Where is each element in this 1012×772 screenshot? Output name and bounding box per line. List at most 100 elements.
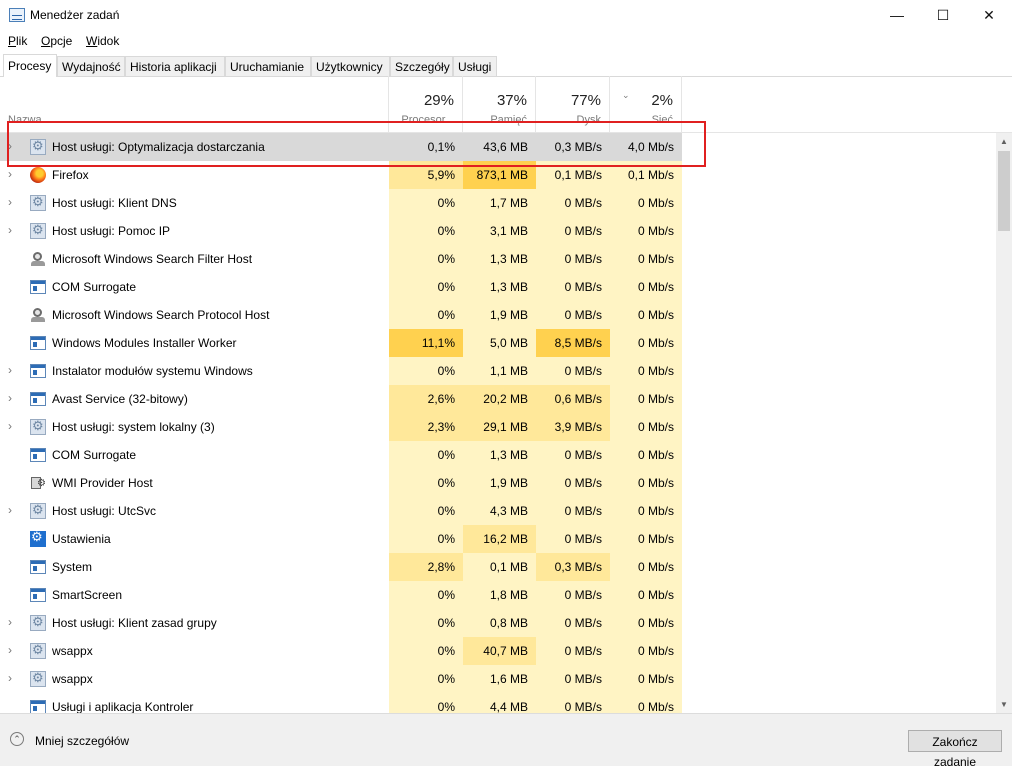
scrollbar-thumb[interactable] [998,151,1010,231]
process-name: Host usługi: Klient DNS [52,196,177,210]
close-button[interactable]: ✕ [966,0,1012,30]
process-name-cell[interactable]: › Host usługi: Optymalizacja dostarczania [0,133,389,161]
process-name-cell[interactable]: › Avast Service (32-bitowy) [0,385,389,413]
process-name-cell[interactable]: › Host usługi: Pomoc IP [0,217,389,245]
process-row[interactable]: System 2,8% 0,1 MB 0,3 MB/s 0 Mb/s [0,553,996,581]
wmi-icon-glyph [30,475,46,491]
process-name: Host usługi: UtcSvc [52,504,157,518]
process-disk-cell: 0 MB/s [536,189,610,217]
process-cpu-cell: 0% [389,301,463,329]
header-disk[interactable]: 77% Dysk [536,76,610,132]
process-row[interactable]: Microsoft Windows Search Protocol Host 0%… [0,301,996,329]
process-row[interactable]: › wsappx 0%40,7 MB0 MB/s0 Mb/s [0,637,996,665]
expand-chevron-right-icon[interactable]: › [8,420,18,432]
expand-chevron-right-icon[interactable]: › [8,392,18,404]
vertical-scrollbar[interactable]: ▲ ▼ [996,133,1012,713]
scroll-up-arrow-icon[interactable]: ▲ [996,133,1012,150]
scroll-down-arrow-icon[interactable]: ▼ [996,696,1012,713]
end-task-button[interactable]: Zakończ zadanie [908,730,1002,769]
menu-plik[interactable]: Plik [8,34,27,48]
process-name-cell[interactable]: Microsoft Windows Search Protocol Host [0,301,389,329]
process-net-cell: 4,0 Mb/s [610,133,682,161]
process-row[interactable]: COM Surrogate 0% 1,3 MB 0 MB/s 0 Mb/s [0,273,996,301]
process-row[interactable]: › Firefox 5,9% 873,1 MB 0,1 MB/s 0,1 Mb/s [0,161,996,189]
tab-procesy[interactable]: Procesy [3,54,57,77]
process-name-cell[interactable]: SmartScreen [0,581,389,609]
process-disk-cell: 0 MB/s [536,469,610,497]
header-memory[interactable]: 37% Pamięć [463,76,536,132]
process-name-cell[interactable]: › wsappx [0,665,389,693]
process-mem-cell: 1,9 MB [463,469,536,497]
process-name-cell[interactable]: Microsoft Windows Search Filter Host [0,245,389,273]
process-mem-cell: 5,0 MB [463,329,536,357]
process-name-cell[interactable]: WMI Provider Host [0,469,389,497]
process-row[interactable]: Microsoft Windows Search Filter Host 0% 1,… [0,245,996,273]
expand-chevron-right-icon[interactable]: › [8,672,18,684]
less-details-link[interactable]: Mniej szczegółów [35,734,129,748]
expand-chevron-right-icon[interactable]: › [8,168,18,180]
expand-chevron-right-icon[interactable]: › [8,224,18,236]
header-cpu-label: Procesor... [401,114,454,126]
window-app-icon [30,279,46,295]
process-row[interactable]: WMI Provider Host 0%1,9 MB0 MB/s0 Mb/s [0,469,996,497]
process-name-cell[interactable]: › Host usługi: system lokalny (3) [0,413,389,441]
menu-widok[interactable]: Widok [86,34,119,48]
expand-chevron-right-icon[interactable]: › [8,504,18,516]
process-row[interactable]: › Host usługi: Pomoc IP 0%3,1 MB0 MB/s0 Mb… [0,217,996,245]
process-name-cell[interactable]: › Instalator modułów systemu Windows [0,357,389,385]
process-name-cell[interactable]: › Host usługi: UtcSvc [0,497,389,525]
process-disk-cell: 0 MB/s [536,301,610,329]
settings-gear-icon-glyph [30,529,46,547]
expand-chevron-right-icon[interactable]: › [8,644,18,656]
process-name-cell[interactable]: COM Surrogate [0,273,389,301]
process-name-cell[interactable]: › Firefox [0,161,389,189]
process-row[interactable]: › wsappx 0%1,6 MB0 MB/s0 Mb/s [0,665,996,693]
process-row[interactable]: › Instalator modułów systemu Windows 0% 1,1… [0,357,996,385]
process-row[interactable]: Usługi i aplikacja Kontroler 0% 4,4 MB 0 MB… [0,693,996,713]
process-name-cell[interactable]: › Host usługi: Klient zasad grupy [0,609,389,637]
expand-chevron-right-icon[interactable]: › [8,140,18,152]
process-row[interactable]: › Host usługi: Klient zasad grupy 0%0,8 MB… [0,609,996,637]
process-name-cell[interactable]: Ustawienia [0,525,389,553]
process-row[interactable]: COM Surrogate 0% 1,3 MB 0 MB/s 0 Mb/s [0,441,996,469]
header-name-label: Nazwa [8,114,42,126]
tab-uzytkownicy[interactable]: Użytkownicy [311,56,390,76]
process-name-cell[interactable]: Windows Modules Installer Worker [0,329,389,357]
process-name: Host usługi: Optymalizacja dostarczania [52,140,265,154]
process-net-cell: 0 Mb/s [610,301,682,329]
tab-historia-aplikacji[interactable]: Historia aplikacji [125,56,225,76]
tab-szczegoly[interactable]: Szczegóły [390,56,453,76]
process-cpu-cell: 0% [389,609,463,637]
tab-uruchamianie[interactable]: Uruchamianie [225,56,311,76]
expand-chevron-right-icon[interactable]: › [8,364,18,376]
menu-widok-mnemonic: W [86,34,98,48]
chevron-up-circle-icon[interactable]: ⌃ [10,732,24,746]
process-name-cell[interactable]: COM Surrogate [0,441,389,469]
tab-uslugi[interactable]: Usługi [453,56,497,76]
process-name-cell[interactable]: › wsappx [0,637,389,665]
header-cpu[interactable]: 29% Procesor... [389,76,463,132]
process-name-cell[interactable]: Usługi i aplikacja Kontroler [0,693,389,713]
menu-opcje[interactable]: Opcje [41,34,72,48]
process-name-cell[interactable]: System [0,553,389,581]
process-name-cell[interactable]: › Host usługi: Klient DNS [0,189,389,217]
header-network[interactable]: 2% Sieć [610,76,682,132]
maximize-button[interactable]: ☐ [920,0,966,30]
process-row[interactable]: › Host usługi: system lokalny (3) 2,3%29,1… [0,413,996,441]
process-row[interactable]: › Host usługi: Klient DNS 0%1,7 MB0 MB/s0 … [0,189,996,217]
process-row[interactable]: SmartScreen 0% 1,8 MB 0 MB/s 0 Mb/s [0,581,996,609]
process-net-cell: 0,1 Mb/s [610,161,682,189]
process-name: Instalator modułów systemu Windows [52,364,253,378]
header-name[interactable]: Nazwa [0,76,389,132]
expand-chevron-right-icon[interactable]: › [8,196,18,208]
process-cpu-cell: 0% [389,497,463,525]
tab-wydajnosc[interactable]: Wydajność [57,56,125,76]
process-row[interactable]: Ustawienia 0%16,2 MB0 MB/s0 Mb/s [0,525,996,553]
process-row[interactable]: › Avast Service (32-bitowy) 2,6% 20,2 MB 0,6… [0,385,996,413]
process-cpu-cell: 0% [389,525,463,553]
process-row[interactable]: › Host usługi: UtcSvc 0%4,3 MB0 MB/s0 Mb/s [0,497,996,525]
process-row[interactable]: Windows Modules Installer Worker 11,1% 5,0… [0,329,996,357]
expand-chevron-right-icon[interactable]: › [8,616,18,628]
minimize-button[interactable]: — [874,0,920,30]
process-row[interactable]: › Host usługi: Optymalizacja dostarczania… [0,133,996,161]
